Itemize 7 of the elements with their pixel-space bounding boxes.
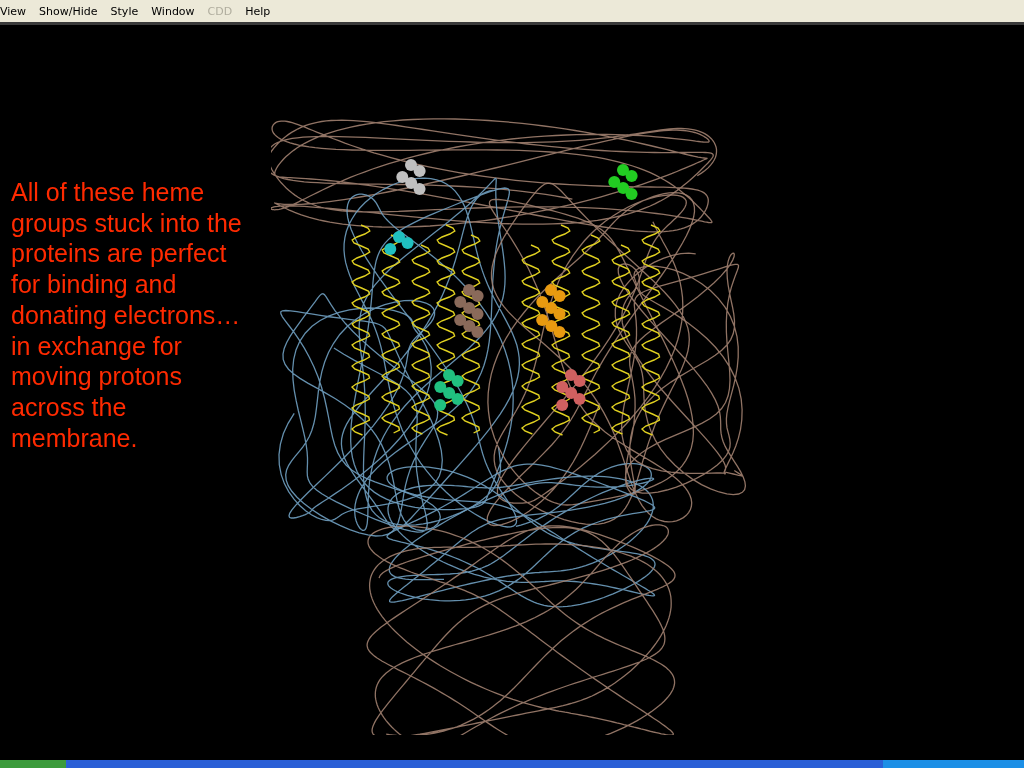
caption-text: All of these heme groups stuck into the proteins are perfect for binding and donating electrons… in exchange for moving protons across the membrane. bbox=[11, 177, 243, 454]
menu-item[interactable]: Window bbox=[151, 4, 195, 18]
menu-item[interactable]: Show/Hide bbox=[39, 4, 98, 18]
start-button[interactable] bbox=[0, 760, 66, 768]
menu-item[interactable]: View bbox=[0, 4, 27, 18]
menu-item[interactable]: Help bbox=[245, 4, 271, 18]
menu-item[interactable]: Style bbox=[110, 4, 139, 18]
